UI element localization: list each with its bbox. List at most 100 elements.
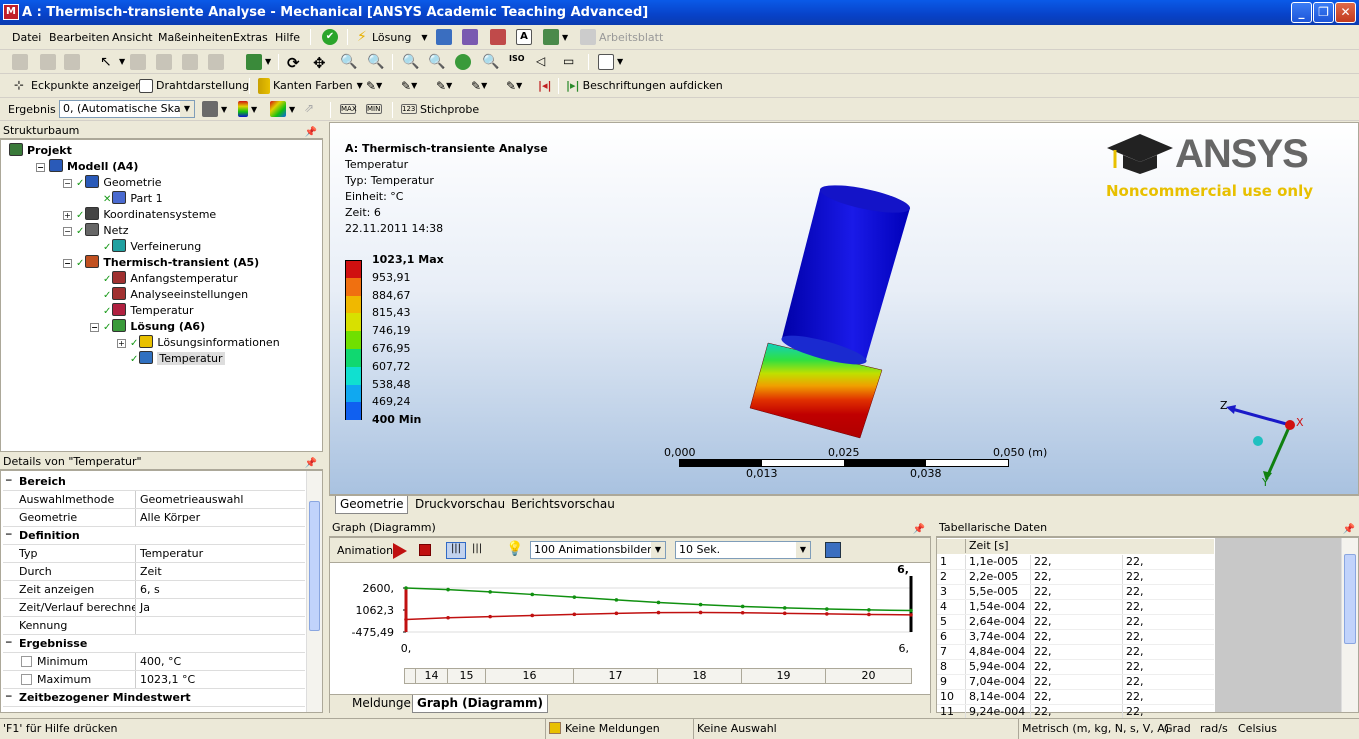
edge-style-3-icon[interactable]: ✎ ▼ [436,74,452,97]
distributed-frames-icon[interactable]: ||| [446,542,466,559]
magnifier-icon[interactable]: 🔍 [428,50,447,73]
tree-node[interactable]: ✓ Analyseeinstellungen [90,287,248,303]
table-row[interactable]: 4 1,54e-004 22, 22, [937,600,1214,615]
status-units[interactable]: Metrisch (m, kg, N, s, V, A) [1018,719,1169,739]
details-row[interactable]: Durch Zeit [3,563,305,581]
chart-icon[interactable] [490,25,509,49]
image-icon[interactable]: ▼ [543,25,568,49]
zoom-out-icon[interactable]: 🔍 [482,50,501,73]
tree-node[interactable]: − Modell (A4) [36,159,138,175]
menu-datei[interactable]: Datei [12,25,41,49]
menu-extras[interactable]: Extras [233,25,268,49]
zoom-box-icon[interactable]: 🔍 [367,50,386,73]
max-marker-icon[interactable]: MAX [340,98,359,120]
details-row[interactable]: Kennung [3,617,305,635]
menu-hilfe[interactable]: Hilfe [275,25,300,49]
solve-button[interactable]: ⚡ Lösung ▼ [357,25,427,49]
status-rads[interactable]: rad/s [1197,719,1235,739]
edges-display-icon[interactable]: ▼ [270,98,295,120]
previous-view-icon[interactable]: ◁ [536,50,555,73]
play-icon[interactable] [393,543,407,559]
step-cell[interactable]: 20 [825,669,911,683]
graphics-viewport[interactable]: A: Thermisch-transiente Analyse Temperat… [329,122,1359,495]
tree-node[interactable]: ✕ Part 1 [90,191,163,207]
tab-graph[interactable]: Graph (Diagramm) [412,695,548,713]
collapse-icon[interactable]: − [5,473,13,490]
details-row[interactable]: Geometrie Alle Körper [3,509,305,527]
select-vertex-icon[interactable] [40,50,59,73]
menu-bearbeiten[interactable]: Bearbeiten [49,25,109,49]
maximize-button[interactable]: ❐ [1313,2,1334,23]
table-row[interactable]: 3 5,5e-005 22, 22, [937,585,1214,600]
step-cell[interactable]: 17 [573,669,657,683]
viewport-layout-icon[interactable]: ▼ [598,50,623,73]
label-icon[interactable] [462,25,481,49]
expand-toggle-icon[interactable]: − [63,227,72,236]
tab-berichtsvorschau[interactable]: Berichtsvorschau [507,496,619,514]
step-cell[interactable]: 15 [447,669,485,683]
min-marker-icon[interactable]: MIN [366,98,385,120]
table-row[interactable]: 5 2,64e-004 22, 22, [937,615,1214,630]
expand-toggle-icon[interactable]: − [36,163,45,172]
duration-dropdown[interactable]: 10 Sek. ▼ [675,541,811,559]
expand-toggle-icon[interactable]: − [63,179,72,188]
probe-button[interactable]: 123 Stichprobe [401,98,479,120]
geometry-display-icon[interactable]: ▼ [202,98,227,120]
minimize-button[interactable]: _ [1291,2,1312,23]
tree-node[interactable]: ✓ Temperatur [117,351,225,367]
status-grad[interactable]: Grad [1161,719,1197,739]
tree-node[interactable]: Projekt [9,143,72,159]
edge-colors-button[interactable]: Kanten Farben ▼ [258,74,363,97]
select-edge-icon[interactable] [64,50,83,73]
next-view-icon[interactable]: ▭ [563,50,582,73]
menu-masseinheiten[interactable]: Maßeinheiten [158,25,233,49]
close-button[interactable]: ✕ [1335,2,1356,23]
table-row[interactable]: 1 1,1e-005 22, 22, [937,555,1214,570]
rotate-icon[interactable]: ⟳ [287,50,306,73]
parameter-checkbox[interactable] [21,674,32,685]
tree-node[interactable]: − ✓ Thermisch-transient (A5) [63,255,259,271]
vector-display-icon[interactable]: ⇗ [304,98,323,120]
edge-style-2-icon[interactable]: ✎ ▼ [401,74,417,97]
step-cell[interactable]: 19 [741,669,825,683]
thin-edges-icon[interactable]: |◂| [538,74,552,97]
probe-icon[interactable] [436,25,455,49]
parameter-checkbox[interactable] [21,656,32,667]
show-vertices-button[interactable]: ⊹ Eckpunkte anzeigen [14,74,142,97]
expand-toggle-icon[interactable]: + [117,339,126,348]
edge-style-4-icon[interactable]: ✎ ▼ [471,74,487,97]
app-icon[interactable]: M [3,4,19,20]
iso-icon[interactable]: ISO [509,50,528,73]
select-body-icon[interactable] [156,50,175,73]
collapse-icon[interactable]: − [5,635,13,652]
pan-icon[interactable]: ✥ [313,50,332,73]
pointer-icon[interactable]: ↖ ▼ [100,50,125,73]
collapse-icon[interactable]: − [5,689,13,706]
thicken-labels-button[interactable]: |▸| Beschriftungen aufdicken [566,74,723,97]
tree-node[interactable]: + ✓ Lösungsinformationen [117,335,280,351]
solve-check-icon[interactable]: ✔ [322,25,341,49]
details-row[interactable]: Zeit/Verlauf berechnen Ja [3,599,305,617]
details-row[interactable]: Zeit anzeigen 6, s [3,581,305,599]
table-row[interactable]: 6 3,74e-004 22, 22, [937,630,1214,645]
status-celsius[interactable]: Celsius [1235,719,1359,739]
expand-toggle-icon[interactable]: − [63,259,72,268]
details-row[interactable]: Maximum 1023,1 °C [3,671,305,689]
tab-druckvorschau[interactable]: Druckvorschau [411,496,509,514]
details-scrollbar[interactable] [306,471,322,712]
result-frames-icon[interactable]: ||| [472,543,482,554]
extend-icon[interactable] [208,50,227,73]
tree-node[interactable]: − ✓ Netz [63,223,128,239]
tab-geometrie[interactable]: Geometrie [335,496,409,514]
tree-node[interactable]: ✓ Temperatur [90,303,194,319]
column-header[interactable]: Zeit [s] [965,539,1029,553]
menu-ansicht[interactable]: Ansicht [112,25,153,49]
expand-toggle-icon[interactable]: − [90,323,99,332]
cube-select-icon[interactable]: ▼ [246,50,271,73]
edge-style-1-icon[interactable]: ✎ ▼ [366,74,382,97]
step-cell[interactable]: 18 [657,669,741,683]
worksheet-button[interactable]: Arbeitsblatt [580,25,663,49]
tree-node[interactable]: ✓ Verfeinerung [90,239,201,255]
table-row[interactable]: 9 7,04e-004 22, 22, [937,675,1214,690]
zoom-icon[interactable]: 🔍 [340,50,359,73]
